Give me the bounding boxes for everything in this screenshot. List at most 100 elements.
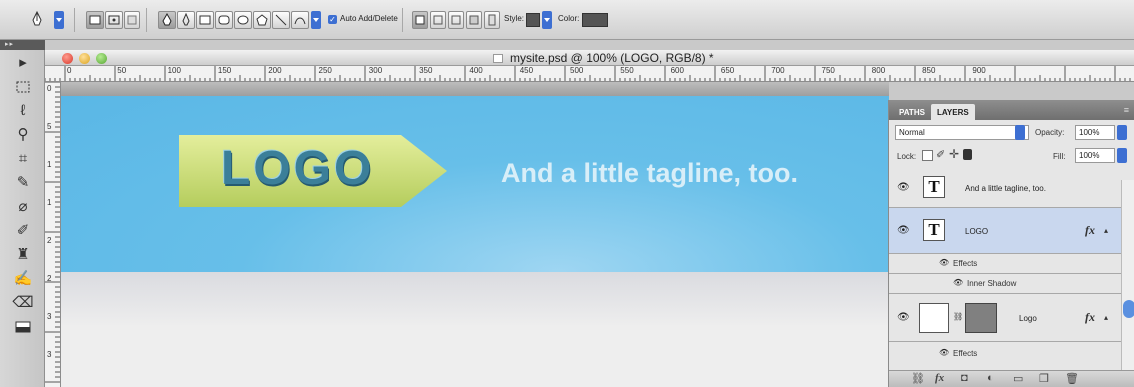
expand-arrow-icon[interactable]: ▴	[1104, 226, 1108, 235]
path-combine-button[interactable]	[412, 11, 428, 29]
opacity-field[interactable]: 100%	[1075, 125, 1115, 140]
vertical-ruler[interactable]: 0 5 1 1 2 2 3 3	[45, 82, 61, 387]
fill-field[interactable]: 100%	[1075, 148, 1115, 163]
crop-tool-icon[interactable]: ⌗	[10, 148, 36, 170]
close-icon[interactable]	[62, 53, 73, 64]
grey-strip	[61, 272, 889, 327]
document-icon	[493, 54, 503, 63]
lasso-tool-icon[interactable]: ℓ	[10, 100, 36, 122]
logo-text: LOGO	[221, 142, 375, 195]
path-distribute-button[interactable]	[484, 11, 500, 29]
adjustment-layer-icon[interactable]: ◐	[987, 372, 994, 384]
fx-icon[interactable]: fx	[1085, 223, 1095, 238]
layer-mask-thumbnail	[965, 303, 997, 333]
eyedropper-tool-icon[interactable]: ✎	[10, 172, 36, 194]
ruler-label: 450	[519, 66, 534, 75]
lock-all-icon[interactable]	[963, 149, 972, 160]
effects-row[interactable]: 👁 Effects	[889, 254, 1121, 274]
paths-button[interactable]	[105, 11, 123, 29]
lock-image-icon[interactable]: ✐	[936, 148, 945, 161]
auto-add-delete-checkbox[interactable]: ✓	[328, 15, 337, 24]
rectangle-shape-button[interactable]	[196, 11, 214, 29]
ellipse-shape-button[interactable]	[234, 11, 252, 29]
layer-name: And a little tagline, too.	[965, 184, 1046, 193]
blend-mode-arrow-icon[interactable]	[1015, 125, 1025, 140]
line-shape-button[interactable]	[272, 11, 290, 29]
fx-icon[interactable]: fx	[1085, 310, 1095, 325]
layer-row[interactable]: 👁 T And a little tagline, too.	[889, 168, 1121, 208]
layer-row-selected[interactable]: 👁 T LOGO fx ▴	[889, 208, 1121, 254]
freeform-pen-button[interactable]	[177, 11, 195, 29]
custom-shape-button[interactable]	[291, 11, 309, 29]
minimize-icon[interactable]	[79, 53, 90, 64]
clone-stamp-tool-icon[interactable]: ♜	[10, 244, 36, 266]
lock-transparent-icon[interactable]	[922, 150, 933, 161]
eye-icon[interactable]: 👁	[897, 312, 910, 323]
tab-paths[interactable]: PATHS	[893, 104, 931, 120]
document-title: mysite.psd @ 100% (LOGO, RGB/8) *	[510, 51, 714, 65]
brush-tool-icon[interactable]: ✐	[10, 220, 36, 242]
horizontal-ruler[interactable]: 0 50 100 150 200 250 300 350 400 450 500 550 600 650 7…	[45, 66, 1134, 82]
blend-mode-select[interactable]: Normal	[895, 125, 1029, 140]
opacity-label: Opacity:	[1035, 128, 1065, 137]
lock-position-icon[interactable]: ✛	[949, 147, 959, 161]
polygon-shape-button[interactable]	[253, 11, 271, 29]
move-tool-icon[interactable]: ▸	[10, 52, 36, 74]
eye-icon[interactable]: 👁	[939, 258, 949, 267]
style-swatch[interactable]	[526, 13, 540, 27]
ruler-label: 3	[47, 312, 52, 321]
panel-tabs: PATHS LAYERS ≡	[889, 100, 1134, 120]
zoom-icon[interactable]	[96, 53, 107, 64]
path-intersect-button[interactable]	[448, 11, 464, 29]
path-exclude-button[interactable]	[466, 11, 482, 29]
ruler-label: 2	[47, 274, 52, 283]
style-dropdown[interactable]	[542, 11, 552, 29]
tool-preset-dropdown[interactable]	[54, 11, 64, 29]
ruler-label: 150	[217, 66, 232, 75]
color-label: Color:	[558, 14, 580, 23]
path-subtract-button[interactable]	[430, 11, 446, 29]
link-layers-icon[interactable]: ⛓	[911, 372, 925, 385]
pen-tool-icon[interactable]	[30, 10, 44, 30]
layers-scrollbar[interactable]	[1121, 180, 1134, 370]
fill-arrow-icon[interactable]	[1117, 148, 1127, 163]
add-style-icon[interactable]: fx	[935, 372, 944, 384]
canvas[interactable]: LOGO And a little tagline, too.	[61, 82, 889, 387]
link-icon[interactable]: ⛓	[953, 312, 963, 321]
options-bar: ✓ Auto Add/Delete Style: Color:	[0, 0, 1134, 40]
rounded-rectangle-button[interactable]	[215, 11, 233, 29]
add-mask-icon[interactable]: ◘	[961, 372, 968, 384]
gradient-tool-icon[interactable]	[10, 316, 36, 338]
eye-icon[interactable]: 👁	[939, 348, 949, 357]
inner-shadow-row[interactable]: 👁 Inner Shadow	[889, 274, 1121, 294]
new-group-icon[interactable]: ▭	[1013, 372, 1023, 385]
tab-layers[interactable]: LAYERS	[931, 104, 975, 120]
color-swatch[interactable]	[582, 13, 608, 27]
document-titlebar[interactable]: mysite.psd @ 100% (LOGO, RGB/8) *	[45, 50, 1134, 66]
shape-layers-button[interactable]	[86, 11, 104, 29]
effects-row[interactable]: 👁 Effects	[889, 342, 1121, 370]
marquee-tool-icon[interactable]	[10, 76, 36, 98]
eraser-tool-icon[interactable]: ⌫	[10, 292, 36, 314]
text-layer-thumbnail: T	[923, 176, 945, 198]
eye-icon[interactable]: 👁	[897, 225, 910, 236]
trash-icon[interactable]: 🗑	[1065, 372, 1079, 385]
history-brush-tool-icon[interactable]: ✍	[10, 268, 36, 290]
expand-arrow-icon[interactable]: ▴	[1104, 313, 1108, 322]
layer-thumbnail	[919, 303, 949, 333]
toolbox-grip[interactable]: ▸▸	[0, 40, 45, 50]
effect-name: Inner Shadow	[967, 279, 1017, 288]
layer-row[interactable]: 👁 ⛓ Logo fx ▴	[889, 294, 1121, 342]
pen-mode-button[interactable]	[158, 11, 176, 29]
quick-selection-tool-icon[interactable]: ⚲	[10, 124, 36, 146]
eye-icon[interactable]: 👁	[897, 182, 910, 193]
eye-icon[interactable]: 👁	[953, 278, 963, 287]
new-layer-icon[interactable]: ❐	[1039, 372, 1049, 385]
fill-pixels-button[interactable]	[124, 11, 140, 29]
opacity-arrow-icon[interactable]	[1117, 125, 1127, 140]
scrollbar-thumb[interactable]	[1123, 300, 1134, 318]
healing-brush-tool-icon[interactable]: ⌀	[10, 196, 36, 218]
panel-menu-icon[interactable]: ≡	[1124, 105, 1129, 115]
geometry-options-dropdown[interactable]	[311, 11, 321, 29]
ruler-label: 0	[67, 66, 72, 75]
